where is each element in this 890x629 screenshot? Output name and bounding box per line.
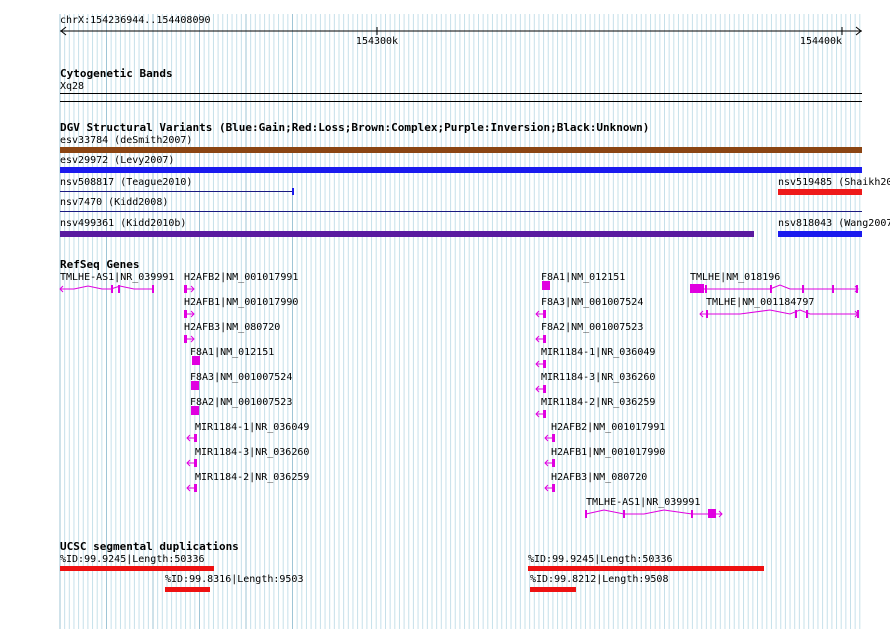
gene-label[interactable]: H2AFB1|NM_001017990 xyxy=(551,447,665,459)
segdup-bar[interactable] xyxy=(530,587,576,592)
gene-intron xyxy=(585,509,722,515)
variant-label: nsv818043 (Wang2007 xyxy=(778,218,890,229)
gene-exon xyxy=(623,510,625,518)
gene-exon xyxy=(194,484,197,492)
variant-bar-complex[interactable] xyxy=(60,147,862,153)
variant-bar-gain[interactable] xyxy=(60,167,862,173)
gene-label[interactable]: H2AFB3|NM_080720 xyxy=(551,472,647,484)
gene-exon xyxy=(111,285,113,293)
gene-exon xyxy=(543,335,546,343)
gene-intron xyxy=(769,284,791,290)
gene-exon xyxy=(706,310,708,318)
segdup-bar[interactable] xyxy=(528,566,764,571)
gene-label[interactable]: H2AFB2|NM_001017991 xyxy=(184,272,298,284)
variant-label: nsv499361 (Kidd2010b) xyxy=(60,218,187,229)
gene-label[interactable]: TMLHE-AS1|NR_039991 xyxy=(586,497,700,509)
gene-label[interactable]: F8A3|NM_001007524 xyxy=(190,372,292,384)
gene-exon xyxy=(118,285,120,293)
gene-exon xyxy=(184,310,187,318)
variant-label: nsv7470 (Kidd2008) xyxy=(60,197,169,208)
cytoband-line-top xyxy=(60,93,862,94)
variant-bar-loss[interactable] xyxy=(778,189,862,195)
gene-label[interactable]: TMLHE|NM_001184797 xyxy=(706,297,814,309)
gene-exon xyxy=(552,434,555,442)
gene-label[interactable]: MIR1184-3|NR_036260 xyxy=(195,447,309,459)
gene-label[interactable]: H2AFB1|NM_001017990 xyxy=(184,297,298,309)
gene-exon xyxy=(552,459,555,467)
gene-label[interactable]: F8A1|NM_012151 xyxy=(541,272,625,284)
gene-exon xyxy=(691,510,693,518)
dgv-track-title: DGV Structural Variants (Blue:Gain;Red:L… xyxy=(60,121,650,134)
segdup-label: %ID:99.8212|Length:9508 xyxy=(530,574,669,585)
gene-exon xyxy=(552,484,555,492)
gene-exon xyxy=(152,285,154,293)
variant-label: esv33784 (deSmith2007) xyxy=(60,135,193,146)
gene-label[interactable]: MIR1184-1|NR_036049 xyxy=(195,422,309,434)
gene-exon xyxy=(543,310,546,318)
gene-exon xyxy=(802,285,804,293)
gene-exon xyxy=(543,410,546,418)
variant-bar-unknown[interactable] xyxy=(60,211,862,212)
gene-label[interactable]: TMLHE|NM_018196 xyxy=(690,272,780,284)
gene-exon xyxy=(194,434,197,442)
gene-label[interactable]: F8A2|NM_001007523 xyxy=(541,322,643,334)
variant-label: nsv508817 (Teague2010) xyxy=(60,177,193,188)
gene-label[interactable]: F8A1|NM_012151 xyxy=(190,347,274,359)
tick-label-154400k: 154400k xyxy=(800,36,842,47)
gene-label[interactable]: H2AFB3|NM_080720 xyxy=(184,322,280,334)
gene-exon xyxy=(708,509,716,518)
variant-label: nsv519485 (Shaikh20 xyxy=(778,177,890,188)
variant-bar-unknown[interactable] xyxy=(60,191,293,192)
segdup-track-title: UCSC segmental duplications xyxy=(60,540,239,553)
gene-label[interactable]: MIR1184-2|NR_036259 xyxy=(195,472,309,484)
gene-exon xyxy=(832,285,834,293)
variant-bar-end-tick xyxy=(292,188,294,195)
segdup-bar[interactable] xyxy=(60,566,214,571)
cytoband-track-title: Cytogenetic Bands xyxy=(60,67,173,80)
cytoband-line-bottom xyxy=(60,101,862,102)
variant-bar-inversion[interactable] xyxy=(60,231,754,237)
gene-label[interactable]: TMLHE-AS1|NR_039991 xyxy=(60,272,174,284)
gene-exon xyxy=(194,459,197,467)
gene-label[interactable]: H2AFB2|NM_001017991 xyxy=(551,422,665,434)
gene-exon xyxy=(543,385,546,393)
gene-exon xyxy=(543,360,546,368)
gene-intron xyxy=(700,309,858,315)
cytoband-label: Xq28 xyxy=(60,81,85,92)
genome-browser-tracks: chrX:154236944..154408090 154300k 154400… xyxy=(0,0,890,629)
gene-label[interactable]: MIR1184-1|NR_036049 xyxy=(541,347,655,359)
gene-exon xyxy=(806,310,808,318)
gene-label[interactable]: F8A3|NM_001007524 xyxy=(541,297,643,309)
gene-exon xyxy=(795,310,797,318)
gene-exon xyxy=(690,284,704,293)
gene-exon xyxy=(184,285,187,293)
gene-label[interactable]: MIR1184-3|NR_036260 xyxy=(541,372,655,384)
ruler-axis: 154300k 154400k xyxy=(60,26,862,47)
gene-label[interactable]: F8A2|NM_001007523 xyxy=(190,397,292,409)
gene-exon xyxy=(770,285,772,293)
variant-bar-gain[interactable] xyxy=(778,231,862,237)
gene-label[interactable]: MIR1184-2|NR_036259 xyxy=(541,397,655,409)
segdup-label: %ID:99.8316|Length:9503 xyxy=(165,574,304,585)
segdup-label: %ID:99.9245|Length:50336 xyxy=(528,554,673,565)
segdup-label: %ID:99.9245|Length:50336 xyxy=(60,554,205,565)
gene-exon xyxy=(184,335,187,343)
gene-exon xyxy=(585,510,587,518)
tick-label-154300k: 154300k xyxy=(356,36,398,47)
gene-exon xyxy=(705,285,707,293)
gene-intron xyxy=(60,285,153,290)
segdup-bar[interactable] xyxy=(165,587,210,592)
variant-label: esv29972 (Levy2007) xyxy=(60,155,175,166)
